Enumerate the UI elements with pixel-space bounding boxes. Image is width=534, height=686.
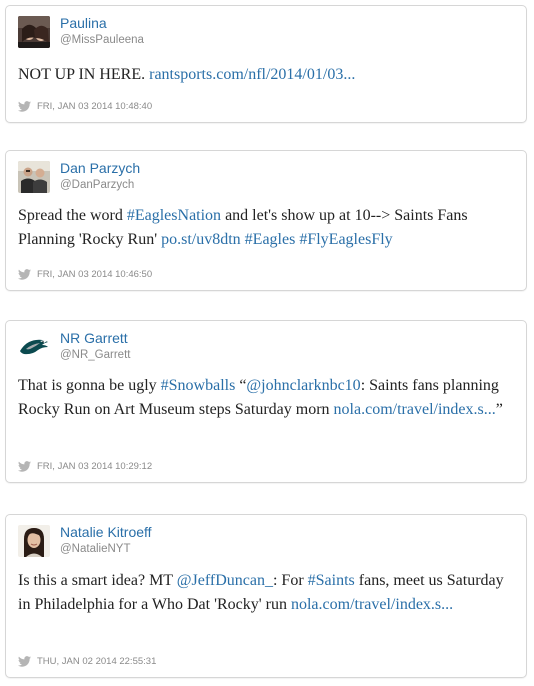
tweet-text: Is this a smart idea? MT @JeffDuncan_: F… [18, 569, 514, 616]
user-photo-icon [18, 161, 50, 193]
hashtag-link[interactable]: #FlyEaglesFly [299, 231, 392, 248]
user-handle[interactable]: @MissPauleena [60, 34, 144, 46]
hashtag-link[interactable]: #EaglesNation [127, 207, 221, 224]
tweet-text-part: : For [272, 572, 304, 589]
tweet-card: Dan Parzych @DanParzych Spread the word … [5, 150, 527, 291]
twitter-bird-icon [18, 269, 31, 280]
avatar[interactable] [18, 331, 50, 363]
hashtag-link[interactable]: #Snowballs [161, 377, 236, 394]
quote-close: ” [495, 400, 503, 418]
tweet-text-part: Is this a smart idea? MT [18, 572, 173, 589]
user-name[interactable]: NR Garrett [60, 330, 128, 346]
tweet-text-part: NOT UP IN HERE. [18, 66, 146, 83]
tweet-card: Natalie Kitroeff @NatalieNYT Is this a s… [5, 514, 527, 678]
user-photo-icon [18, 525, 50, 557]
tweet-meta: FRI, JAN 03 2014 10:46:50 [18, 269, 152, 280]
tweet-text: NOT UP IN HERE. rantsports.com/nfl/2014/… [18, 63, 514, 87]
twitter-bird-icon [18, 461, 31, 472]
hashtag-link[interactable]: #Eagles [245, 231, 296, 248]
tweet-timestamp[interactable]: FRI, JAN 03 2014 10:29:12 [37, 461, 152, 472]
tweet-card: Paulina @MissPauleena NOT UP IN HERE. ra… [5, 5, 527, 123]
user-name[interactable]: Natalie Kitroeff [60, 524, 152, 540]
avatar[interactable] [18, 16, 50, 48]
tweet-link[interactable]: po.st/uv8dtn [161, 231, 241, 248]
tweet-timestamp[interactable]: THU, JAN 02 2014 22:55:31 [37, 656, 156, 667]
tweet-timestamp[interactable]: FRI, JAN 03 2014 10:46:50 [37, 269, 152, 280]
mention-link[interactable]: @JeffDuncan_ [177, 572, 273, 589]
avatar[interactable] [18, 525, 50, 557]
tweet-text-part: That is gonna be ugly [18, 377, 157, 394]
mention-link[interactable]: @johnclarknbc10 [246, 377, 360, 394]
tweet-link[interactable]: nola.com/travel/index.s... [334, 401, 496, 418]
tweet-timestamp[interactable]: FRI, JAN 03 2014 10:48:40 [37, 101, 152, 112]
user-name[interactable]: Dan Parzych [60, 160, 140, 176]
user-handle[interactable]: @NatalieNYT [60, 543, 130, 555]
user-handle[interactable]: @NR_Garrett [60, 349, 130, 361]
tweet-link[interactable]: nola.com/travel/index.s... [291, 596, 453, 613]
tweet-feed: Paulina @MissPauleena NOT UP IN HERE. ra… [0, 0, 534, 686]
hashtag-link[interactable]: #Saints [308, 572, 355, 589]
tweet-text: Spread the word #EaglesNation and let's … [18, 204, 514, 251]
tweet-meta: FRI, JAN 03 2014 10:29:12 [18, 461, 152, 472]
user-handle[interactable]: @DanParzych [60, 179, 134, 191]
tweet-card: NR Garrett @NR_Garrett That is gonna be … [5, 320, 527, 483]
tweet-meta: THU, JAN 02 2014 22:55:31 [18, 656, 156, 667]
user-name[interactable]: Paulina [60, 15, 107, 31]
tweet-text: That is gonna be ugly #Snowballs “@johnc… [18, 374, 514, 421]
twitter-bird-icon [18, 101, 31, 112]
avatar[interactable] [18, 161, 50, 193]
user-photo-icon [18, 16, 50, 48]
eagles-logo-icon [18, 331, 50, 363]
tweet-meta: FRI, JAN 03 2014 10:48:40 [18, 101, 152, 112]
twitter-bird-icon [18, 656, 31, 667]
tweet-text-part: Spread the word [18, 207, 123, 224]
tweet-link[interactable]: rantsports.com/nfl/2014/01/03... [149, 66, 355, 83]
